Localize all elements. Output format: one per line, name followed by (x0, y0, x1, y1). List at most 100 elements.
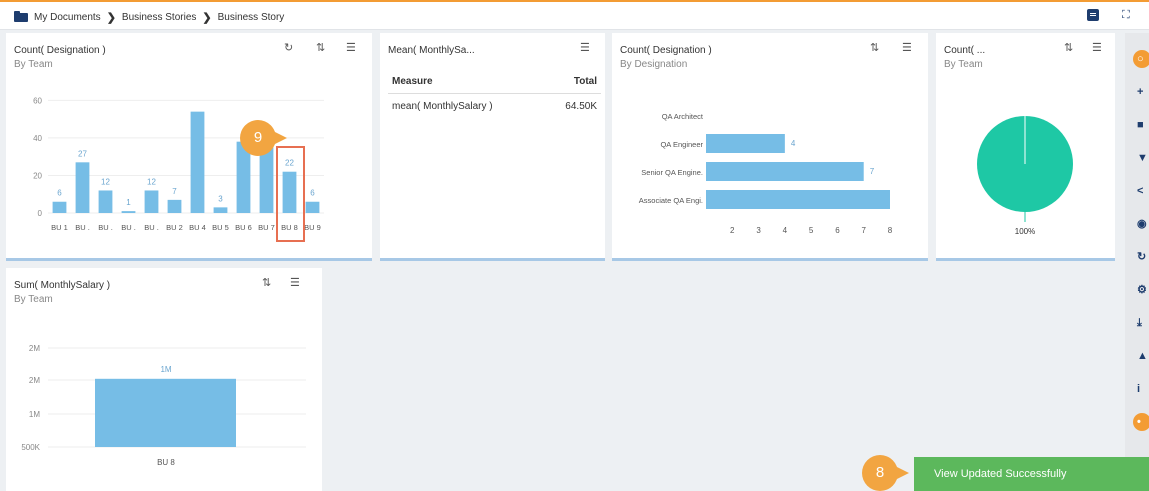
bar-chart-team: 0 20 40 60 6 BU 1 27 BU . 12 BU . 1 BU . 12 BU . 7 BU 2… (33, 96, 324, 232)
x-tick-label: BU 8 (157, 458, 175, 467)
bar (706, 162, 864, 181)
plus-icon[interactable]: + (1133, 83, 1149, 101)
pie-chart: 100% (977, 116, 1073, 236)
bar (213, 207, 228, 213)
y-tick-label: QA Architect (662, 112, 704, 121)
share-icon[interactable]: < (1133, 182, 1149, 200)
x-tick-label: BU 7 (258, 223, 275, 232)
y-tick-label: 2M (29, 376, 40, 385)
y-tick-label: 1M (29, 410, 40, 419)
menu-icon[interactable]: ☰ (580, 42, 590, 54)
card-designation-by-designation: Count( Designation ) By Designation ⇅ ☰ … (612, 33, 928, 261)
highlight-box (276, 146, 305, 242)
x-tick-label: BU . (121, 223, 136, 232)
col-total: Total (573, 76, 597, 87)
row-total: 64.50K (565, 101, 597, 112)
bulb-icon[interactable]: • (1133, 413, 1149, 431)
x-tick-label: BU 9 (304, 223, 321, 232)
x-tick-label: BU . (144, 223, 159, 232)
chevron-right-icon: ❯ (106, 12, 116, 24)
bar (706, 190, 890, 209)
x-tick-label: 2 (730, 226, 735, 235)
card-title: Mean( MonthlySa... (388, 45, 475, 56)
y-tick-label: 500K (21, 443, 40, 452)
bar (167, 199, 182, 213)
card-count-team-pie: Count( ... By Team ⇅ ☰ 100% (936, 33, 1115, 261)
breadcrumb-business-stories[interactable]: Business Stories (122, 12, 196, 23)
col-measure: Measure (392, 76, 433, 87)
x-tick-label: 6 (835, 226, 840, 235)
y-tick-label: 60 (33, 96, 42, 105)
chevron-right-icon: ❯ (202, 12, 212, 24)
data-label: 12 (147, 177, 156, 186)
card-sum-salary: Sum( MonthlySalary ) By Team ⇅ ☰ 2M 2M 1M 5… (6, 268, 322, 491)
step-marker-8: 8 (862, 455, 909, 491)
y-tick-label: 40 (33, 134, 42, 143)
breadcrumb-my-documents[interactable]: My Documents (34, 12, 101, 23)
data-label: 12 (101, 177, 110, 186)
bar (52, 201, 67, 213)
bar-chart-designation: QA Architect QA Engineer 4 Senior QA Engine… (639, 112, 893, 235)
comment-icon[interactable] (1087, 9, 1099, 21)
step-marker-9: 9 (240, 120, 287, 156)
toast-notification: View Updated Successfully (914, 457, 1149, 491)
bar (706, 134, 785, 153)
breadcrumb-business-story: Business Story (217, 12, 285, 23)
fullscreen-icon[interactable]: ⛶ (1122, 9, 1134, 21)
row-measure: mean( MonthlySalary ) (392, 101, 493, 112)
info-icon[interactable]: i (1133, 380, 1149, 398)
bar (259, 147, 274, 213)
y-tick-label: Senior QA Engine. (641, 168, 703, 177)
y-tick-label: Associate QA Engi. (639, 196, 703, 205)
settings-icon[interactable]: ⚙ (1133, 281, 1149, 299)
bar (121, 211, 136, 213)
data-label: 4 (791, 139, 796, 148)
bar (75, 162, 90, 213)
x-tick-label: 4 (783, 226, 788, 235)
data-label: 6 (310, 189, 315, 198)
card-designation-by-team: Count( Designation ) By Team ↻ ⇅ ☰ 0 20 40… (6, 33, 372, 261)
card-mean-salary: Mean( MonthlySa... ☰ Measure Total mean(… (380, 33, 605, 261)
data-label: 1M (160, 365, 171, 374)
pie-label: 100% (1015, 227, 1035, 236)
x-tick-label: BU 5 (212, 223, 229, 232)
x-tick-label: BU . (98, 223, 113, 232)
bar (305, 201, 320, 213)
data-label: 27 (78, 149, 87, 158)
table-header: Measure Total (388, 73, 601, 94)
x-tick-label: 5 (809, 226, 814, 235)
x-tick-label: BU 1 (51, 223, 68, 232)
x-tick-label: BU 6 (235, 223, 252, 232)
data-label: 7 (870, 167, 875, 176)
breadcrumb: My Documents ❯ Business Stories ❯ Busine… (14, 11, 284, 24)
y-tick-label: 20 (33, 171, 42, 180)
bar-chart-salary: 2M 2M 1M 500K 1M BU 8 (21, 344, 306, 467)
x-tick-label: BU . (75, 223, 90, 232)
x-tick-label: BU 4 (189, 223, 206, 232)
y-tick-label: QA Engineer (660, 140, 703, 149)
folder-icon (14, 11, 28, 22)
data-label: 3 (218, 194, 223, 203)
x-tick-label: 8 (888, 226, 893, 235)
x-tick-label: 3 (756, 226, 761, 235)
save-icon[interactable]: ■ (1133, 116, 1149, 134)
refresh-icon[interactable]: ↻ (1133, 248, 1149, 266)
bar (95, 378, 236, 447)
search-icon[interactable]: ○ (1133, 50, 1149, 68)
eye-icon[interactable]: ◉ (1133, 215, 1149, 233)
top-bar: My Documents ❯ Business Stories ❯ Busine… (0, 0, 1149, 30)
x-tick-label: BU 2 (166, 223, 183, 232)
filter-icon[interactable]: ▼ (1133, 149, 1149, 167)
summary-table: Measure Total mean( MonthlySalary ) 64.5… (388, 73, 601, 119)
bar (98, 190, 113, 213)
data-label: 1 (126, 198, 131, 207)
alert-icon[interactable]: ▲ (1133, 347, 1149, 365)
export-icon[interactable]: ⤓ (1133, 314, 1149, 332)
right-toolbar: ○ + ■ ▼ < ◉ ↻ ⚙ ⤓ ▲ i • (1125, 33, 1149, 491)
data-label: 6 (57, 189, 62, 198)
x-tick-label: 7 (861, 226, 866, 235)
table-row: mean( MonthlySalary ) 64.50K (388, 94, 601, 119)
y-tick-label: 0 (38, 209, 43, 218)
data-label: 7 (172, 187, 177, 196)
bar (190, 111, 205, 213)
